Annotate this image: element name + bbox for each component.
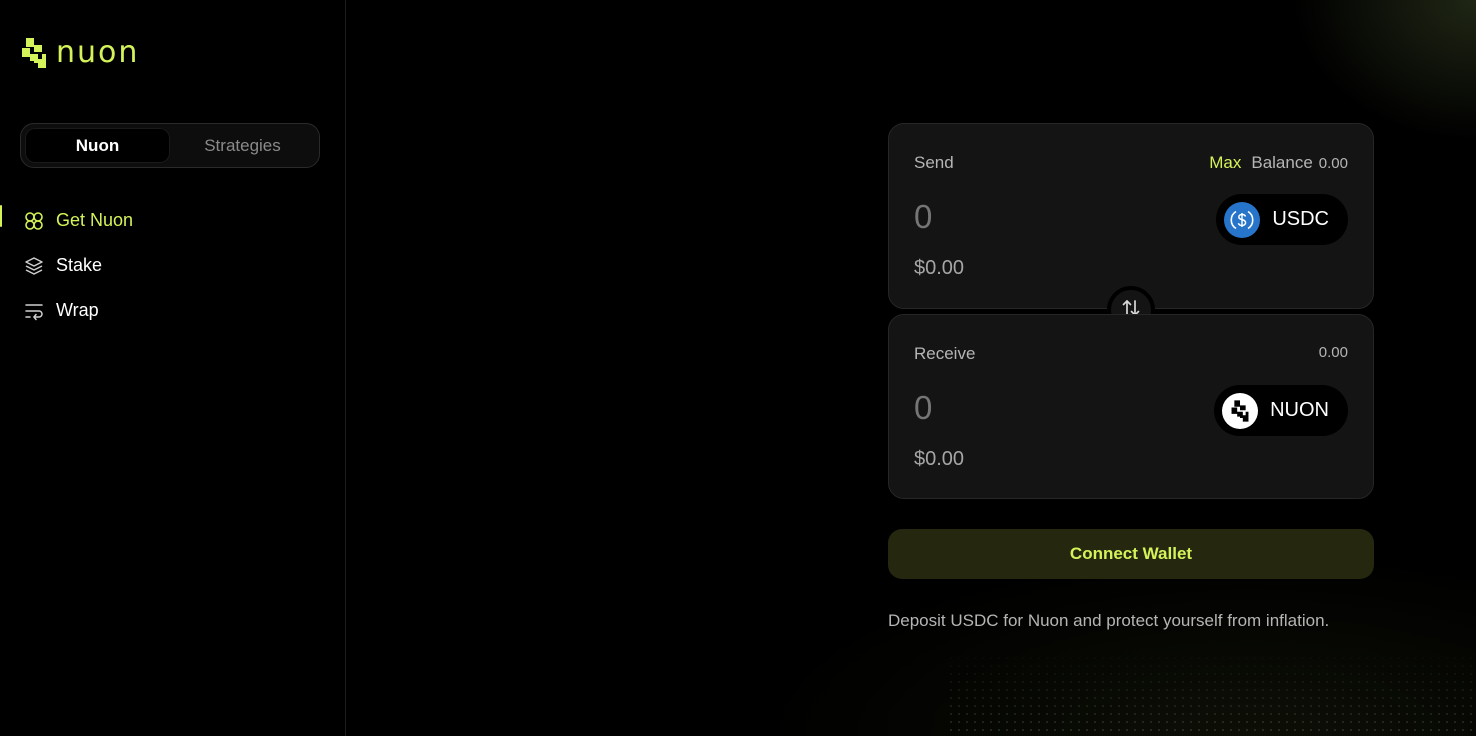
sidebar-nav: Get Nuon Stake Wrap bbox=[0, 198, 346, 333]
receive-card: Receive 0.00 $0.00 NUON bbox=[888, 314, 1374, 499]
usdc-icon bbox=[1224, 201, 1261, 238]
wrap-icon bbox=[23, 300, 45, 322]
max-button[interactable]: Max bbox=[1209, 153, 1241, 173]
receive-balance-value: 0.00 bbox=[1318, 344, 1348, 361]
receive-balance: 0.00 bbox=[1319, 344, 1348, 361]
main-area: Send Max Balance 0.00 $0.00 USDC bbox=[347, 0, 1476, 736]
info-note: Deposit USDC for Nuon and protect yourse… bbox=[888, 611, 1330, 630]
layers-icon bbox=[23, 255, 45, 277]
receive-token-selector[interactable]: NUON bbox=[1214, 385, 1348, 436]
receive-amount-input[interactable] bbox=[914, 389, 1154, 427]
nuon-token-icon bbox=[1222, 392, 1259, 429]
send-balance: Max Balance 0.00 bbox=[1209, 153, 1348, 173]
balance-label: Balance bbox=[1251, 153, 1313, 172]
section-toggle: Nuon Strategies bbox=[20, 123, 320, 168]
sidebar-item-get-nuon[interactable]: Get Nuon bbox=[0, 198, 346, 243]
nuon-logo[interactable]: nuon bbox=[20, 36, 139, 70]
connect-wallet-button[interactable]: Connect Wallet bbox=[888, 529, 1374, 579]
tab-nuon[interactable]: Nuon bbox=[25, 128, 170, 163]
send-usd-value: $0.00 bbox=[914, 257, 965, 279]
sidebar: nuon Nuon Strategies Get Nuon Stake Wrap bbox=[0, 0, 346, 736]
get-nuon-icon bbox=[23, 210, 45, 232]
send-card: Send Max Balance 0.00 $0.00 USDC bbox=[888, 123, 1374, 309]
dot-pattern bbox=[947, 646, 1476, 736]
sidebar-item-stake[interactable]: Stake bbox=[0, 243, 346, 288]
sidebar-item-label: Wrap bbox=[56, 300, 99, 320]
nuon-logo-icon bbox=[22, 38, 46, 68]
sidebar-item-wrap[interactable]: Wrap bbox=[0, 288, 346, 333]
receive-token-label: NUON bbox=[1270, 399, 1329, 421]
receive-usd-value: $0.00 bbox=[914, 448, 965, 470]
send-token-label: USDC bbox=[1272, 208, 1329, 230]
sidebar-item-label: Get Nuon bbox=[56, 210, 134, 230]
balance-value: 0.00 bbox=[1318, 155, 1348, 172]
brand-name: nuon bbox=[56, 35, 140, 70]
send-amount-input[interactable] bbox=[914, 198, 1154, 236]
sidebar-item-label: Stake bbox=[56, 255, 103, 275]
tab-strategies[interactable]: Strategies bbox=[170, 128, 315, 163]
receive-label: Receive bbox=[914, 344, 976, 363]
send-token-selector[interactable]: USDC bbox=[1216, 194, 1348, 245]
send-label: Send bbox=[914, 153, 954, 172]
